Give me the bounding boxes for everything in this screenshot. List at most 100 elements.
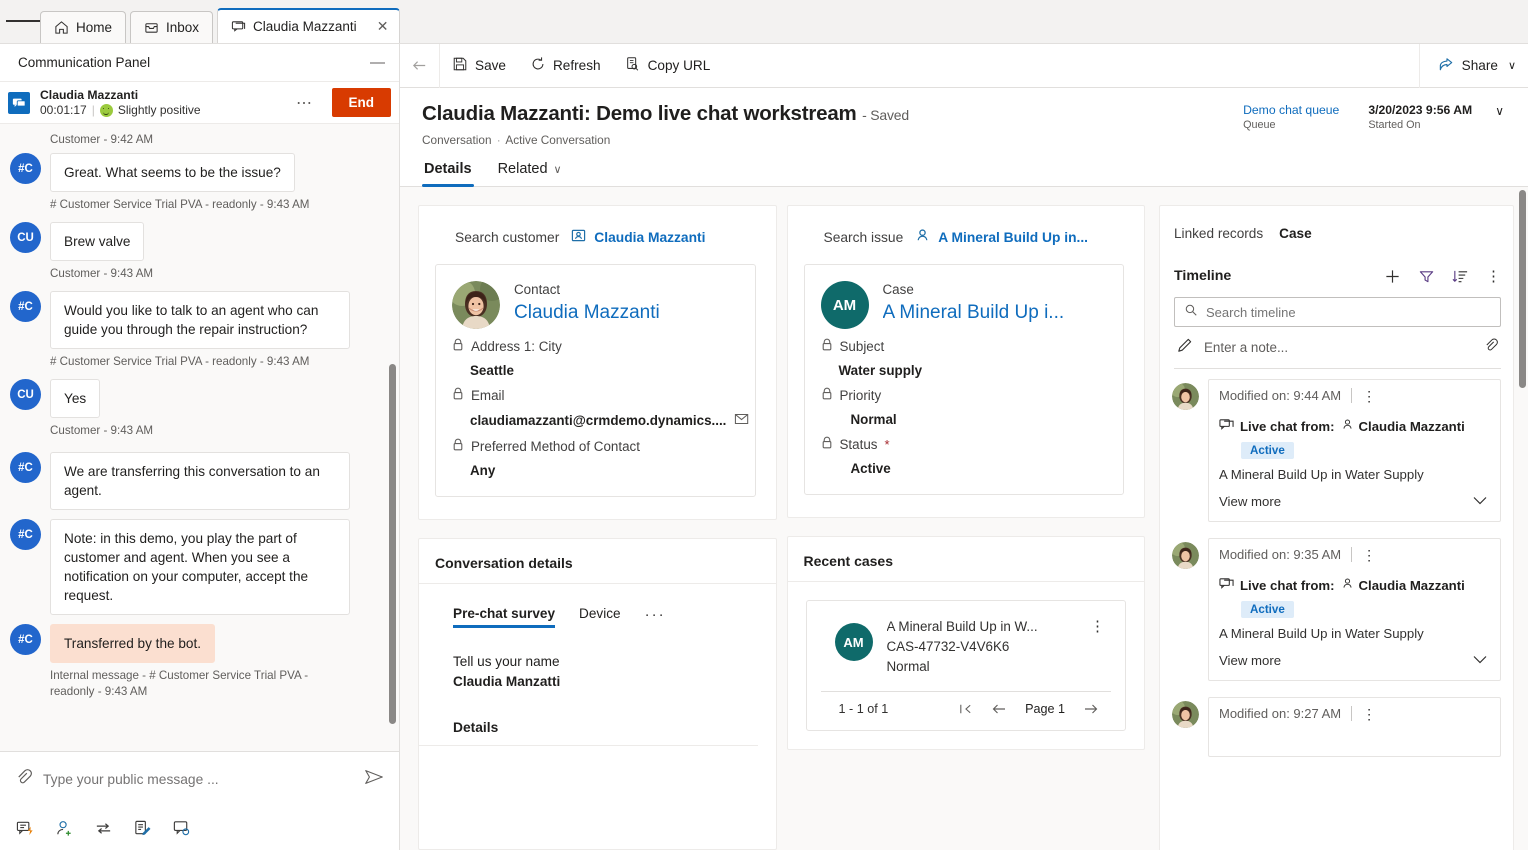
timeline-description: A Mineral Build Up in Water Supply <box>1219 626 1424 641</box>
send-icon[interactable] <box>363 766 385 793</box>
search-timeline-input[interactable] <box>1206 304 1491 320</box>
message-composer <box>0 751 399 850</box>
tab-pre-chat-survey[interactable]: Pre-chat survey <box>453 606 556 628</box>
chevron-down-icon[interactable] <box>1472 653 1488 668</box>
chat-transcript[interactable]: Customer - 9:42 AM #C Great. What seems … <box>0 124 399 751</box>
timeline-from-person: Claudia Mazzanti <box>1341 577 1465 595</box>
previous-page-icon[interactable] <box>991 702 1007 716</box>
chevron-down-icon[interactable]: ∨ <box>1487 102 1510 118</box>
back-arrow-icon[interactable] <box>400 43 440 88</box>
enter-note-row[interactable]: Enter a note... <box>1174 327 1501 369</box>
field-label: Preferred Method of Contact <box>452 438 737 454</box>
customer-summary-card: Search customer Claudia Mazzanti Contact… <box>418 205 777 520</box>
filter-icon[interactable] <box>1418 268 1435 285</box>
save-button[interactable]: Save <box>440 44 518 88</box>
timeline-activity-title: Live chat from: Claudia Mazzanti <box>1219 417 1490 437</box>
body-row: Communication Panel — Claudia Mazzanti 0… <box>0 43 1528 850</box>
minimize-icon[interactable]: — <box>370 55 385 70</box>
chat-scrollbar[interactable] <box>389 364 396 724</box>
contact-card-icon <box>571 228 586 246</box>
session-tab-home[interactable]: Home <box>40 11 127 43</box>
timeline-item-box: Modified on: 9:35 AM ⋮ Live chat from: C… <box>1208 538 1501 681</box>
chevron-down-icon[interactable] <box>1472 494 1488 509</box>
person-icon <box>1341 577 1354 595</box>
timeline-from-label: Live chat from: <box>1240 419 1335 434</box>
more-commands-icon[interactable]: ⋮ <box>1352 389 1376 403</box>
breadcrumb-form: Active Conversation <box>505 133 611 147</box>
case-name-link[interactable]: A Mineral Build Up i... <box>883 299 1106 326</box>
composer-row <box>0 752 399 806</box>
tab-related[interactable]: Related ∨ <box>496 157 564 186</box>
search-issue-value[interactable]: A Mineral Build Up in... <box>915 228 1088 246</box>
field-value-text: Normal <box>850 412 897 427</box>
sort-icon[interactable] <box>1452 268 1469 285</box>
view-more-label: View more <box>1219 494 1282 509</box>
next-page-icon[interactable] <box>1083 702 1099 716</box>
contact-name-link[interactable]: Claudia Mazzanti <box>514 299 737 326</box>
conversation-details-overflow-icon[interactable]: ··· <box>645 606 666 628</box>
header-field-queue[interactable]: Demo chat queue Queue <box>1229 102 1354 133</box>
conversation-more-icon[interactable]: ⋯ <box>288 93 322 113</box>
chevron-down-icon[interactable]: ∨ <box>1508 59 1516 72</box>
avatar: #C <box>10 452 41 483</box>
timeline-item[interactable]: Modified on: 9:44 AM ⋮ Live chat from: C… <box>1160 369 1513 522</box>
more-commands-icon[interactable]: ⋮ <box>1486 267 1501 285</box>
lock-icon <box>452 438 464 454</box>
paperclip-icon[interactable] <box>1483 337 1499 358</box>
more-commands-icon[interactable]: ⋮ <box>1084 617 1111 636</box>
more-commands-icon[interactable]: ⋮ <box>1352 548 1376 562</box>
timeline-item[interactable]: Modified on: 9:27 AM ⋮ <box>1160 681 1513 757</box>
email-icon[interactable] <box>734 412 751 429</box>
copy-url-button[interactable]: Copy URL <box>613 44 723 88</box>
session-tab-inbox[interactable]: Inbox <box>130 11 214 43</box>
close-icon[interactable]: ✕ <box>375 18 391 35</box>
consult-icon[interactable] <box>172 819 191 838</box>
field-value-text: Water supply <box>838 363 923 378</box>
save-label: Save <box>475 58 506 73</box>
column-timeline: Linked records Case Timeline ⋮ Search ti… <box>1155 187 1528 850</box>
first-page-icon[interactable] <box>958 702 973 716</box>
more-commands-icon[interactable]: ⋮ <box>1352 707 1376 721</box>
column-case: Search issue A Mineral Build Up in... AM <box>786 187 1156 850</box>
tab-device[interactable]: Device <box>579 606 621 628</box>
end-conversation-button[interactable]: End <box>331 88 391 117</box>
session-tab-claudia-mazzanti[interactable]: Claudia Mazzanti ✕ <box>217 8 400 43</box>
view-more-label: View more <box>1219 653 1282 668</box>
add-agent-icon[interactable] <box>55 819 74 838</box>
chat-message: #C Transferred by the bot. Internal mess… <box>0 624 399 709</box>
conversation-customer-name: Claudia Mazzanti <box>40 87 139 102</box>
session-tab-label: Inbox <box>166 20 200 35</box>
view-more-toggle[interactable]: View more <box>1219 644 1490 670</box>
share-button[interactable]: Share ∨ <box>1426 44 1528 88</box>
communication-panel-header: Communication Panel — <box>0 44 399 82</box>
header-field-started-on: 3/20/2023 9:56 AM Started On <box>1354 102 1487 133</box>
transfer-icon[interactable] <box>94 819 113 838</box>
field-label: Email <box>452 387 737 403</box>
message-input[interactable] <box>43 771 353 787</box>
header-field-value[interactable]: Demo chat queue <box>1243 102 1339 118</box>
message-row: #C Transferred by the bot. <box>0 624 399 663</box>
field-value-text: Active <box>850 461 891 476</box>
table-row[interactable]: AM A Mineral Build Up in W... CAS-47732-… <box>821 617 1112 691</box>
field-value: Water supply <box>821 354 1106 378</box>
view-more-toggle[interactable]: View more <box>1219 485 1490 511</box>
add-record-icon[interactable] <box>1384 268 1401 285</box>
search-timeline-box[interactable] <box>1174 297 1501 327</box>
refresh-button[interactable]: Refresh <box>518 44 613 88</box>
timeline-item[interactable]: Modified on: 9:35 AM ⋮ Live chat from: C… <box>1160 522 1513 681</box>
chevron-down-icon[interactable]: ∨ <box>554 163 562 176</box>
paperclip-icon[interactable] <box>14 767 33 791</box>
quick-replies-icon[interactable] <box>16 819 35 838</box>
command-bar: Save Refresh Copy URL Share ∨ <box>400 43 1528 88</box>
tab-details[interactable]: Details <box>422 157 474 187</box>
linked-records-selected[interactable]: Case <box>1279 226 1312 241</box>
search-customer-value[interactable]: Claudia Mazzanti <box>571 228 705 246</box>
search-issue-text: A Mineral Build Up in... <box>938 229 1088 245</box>
field-preferred-contact: Preferred Method of Contact Any <box>452 438 737 478</box>
form-content: Search customer Claudia Mazzanti Contact… <box>400 187 1528 850</box>
conversation-meta: Claudia Mazzanti 00:01:17 | Slightly pos… <box>40 88 278 118</box>
home-icon <box>54 20 69 35</box>
timeline-scrollbar[interactable] <box>1519 190 1526 388</box>
hamburger-icon[interactable] <box>6 0 40 43</box>
notes-icon[interactable] <box>133 819 152 838</box>
